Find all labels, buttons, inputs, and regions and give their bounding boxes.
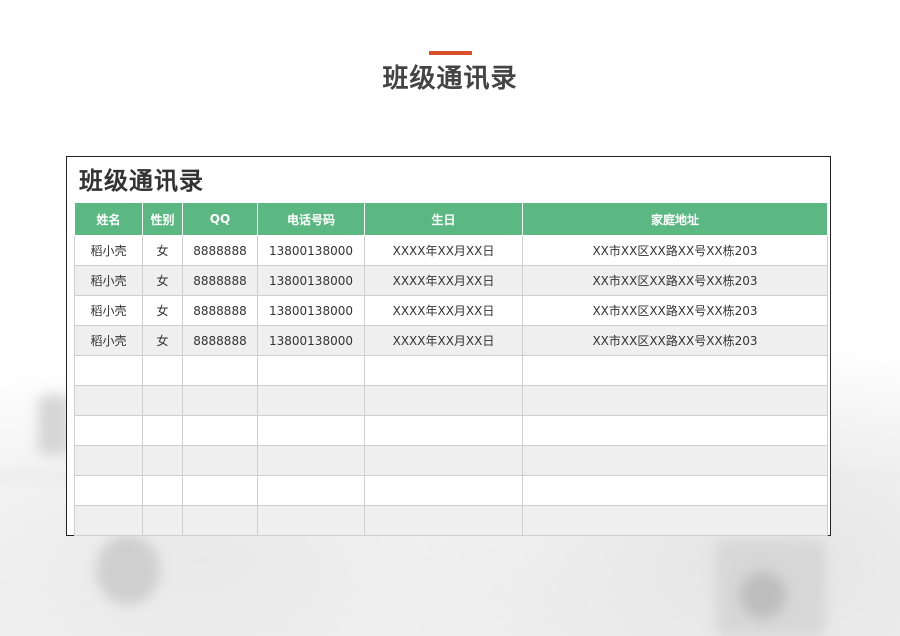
title-accent-bar	[429, 51, 472, 55]
cell-address	[522, 415, 828, 446]
table-row: 稻小壳 女 8888888 13800138000 XXXX年XX月XX日 XX…	[74, 295, 828, 326]
cell-qq	[182, 385, 258, 416]
cell-gender	[142, 445, 183, 476]
table-row: 稻小壳 女 8888888 13800138000 XXXX年XX月XX日 XX…	[74, 325, 828, 356]
cell-gender	[142, 415, 183, 446]
cell-birthday	[364, 415, 523, 446]
cell-gender: 女	[142, 265, 183, 296]
cell-qq: 8888888	[182, 295, 258, 326]
contacts-table: 姓名 性别 QQ 电话号码 生日 家庭地址 稻小壳 女 8888888 1380…	[74, 202, 828, 536]
table-row: 稻小壳 女 8888888 13800138000 XXXX年XX月XX日 XX…	[74, 265, 828, 296]
page-title: 班级通讯录	[382, 64, 518, 94]
table-row-empty	[74, 505, 828, 536]
cell-birthday	[364, 475, 523, 506]
cell-gender: 女	[142, 295, 183, 326]
cell-gender: 女	[142, 235, 183, 266]
cell-gender	[142, 505, 183, 536]
cell-qq: 8888888	[182, 265, 258, 296]
cell-phone: 13800138000	[257, 265, 365, 296]
cell-birthday: XXXX年XX月XX日	[364, 235, 523, 266]
cell-name	[74, 505, 143, 536]
cell-address	[522, 445, 828, 476]
cell-gender	[142, 385, 183, 416]
table-row: 稻小壳 女 8888888 13800138000 XXXX年XX月XX日 XX…	[74, 235, 828, 266]
contact-sheet: 班级通讯录 姓名 性别 QQ 电话号码 生日 家庭地址 稻小壳 女 888888…	[66, 156, 831, 536]
table-row-empty	[74, 415, 828, 446]
cell-name: 稻小壳	[74, 265, 143, 296]
cell-address: XX市XX区XX路XX号XX栋203	[522, 235, 828, 266]
cell-birthday: XXXX年XX月XX日	[364, 265, 523, 296]
cell-name: 稻小壳	[74, 235, 143, 266]
cell-birthday	[364, 505, 523, 536]
column-header-name: 姓名	[74, 202, 143, 236]
table-row-empty	[74, 385, 828, 416]
cell-name: 稻小壳	[74, 325, 143, 356]
cell-phone	[257, 505, 365, 536]
column-header-gender: 性别	[142, 202, 183, 236]
cell-address	[522, 505, 828, 536]
cell-gender: 女	[142, 325, 183, 356]
sheet-title: 班级通讯录	[79, 167, 204, 195]
cell-address	[522, 385, 828, 416]
column-header-qq: QQ	[182, 202, 258, 236]
cell-phone	[257, 445, 365, 476]
cell-address: XX市XX区XX路XX号XX栋203	[522, 265, 828, 296]
cell-gender	[142, 475, 183, 506]
cell-birthday: XXXX年XX月XX日	[364, 325, 523, 356]
table-header-row: 姓名 性别 QQ 电话号码 生日 家庭地址	[74, 202, 828, 236]
background-speaker-cone	[740, 572, 786, 618]
table-row-empty	[74, 445, 828, 476]
cell-qq	[182, 475, 258, 506]
cell-address	[522, 475, 828, 506]
cell-phone	[257, 355, 365, 386]
cell-phone	[257, 385, 365, 416]
cell-name	[74, 355, 143, 386]
cell-name	[74, 385, 143, 416]
column-header-birthday: 生日	[364, 202, 523, 236]
cell-birthday	[364, 445, 523, 476]
cell-birthday	[364, 355, 523, 386]
table-row-empty	[74, 355, 828, 386]
cell-phone: 13800138000	[257, 235, 365, 266]
cell-address	[522, 355, 828, 386]
cell-qq	[182, 505, 258, 536]
cell-phone	[257, 475, 365, 506]
cell-birthday: XXXX年XX月XX日	[364, 295, 523, 326]
column-header-address: 家庭地址	[522, 202, 828, 236]
table-row-empty	[74, 475, 828, 506]
cell-address: XX市XX区XX路XX号XX栋203	[522, 295, 828, 326]
cell-qq	[182, 445, 258, 476]
cell-address: XX市XX区XX路XX号XX栋203	[522, 325, 828, 356]
cell-phone: 13800138000	[257, 325, 365, 356]
column-header-phone: 电话号码	[257, 202, 365, 236]
cell-qq	[182, 415, 258, 446]
cell-qq: 8888888	[182, 325, 258, 356]
cell-qq	[182, 355, 258, 386]
cell-name	[74, 445, 143, 476]
cell-qq: 8888888	[182, 235, 258, 266]
cell-gender	[142, 355, 183, 386]
background-object-bottom-left	[96, 535, 160, 605]
cell-name	[74, 415, 143, 446]
cell-phone	[257, 415, 365, 446]
cell-phone: 13800138000	[257, 295, 365, 326]
cell-name	[74, 475, 143, 506]
cell-name: 稻小壳	[74, 295, 143, 326]
cell-birthday	[364, 385, 523, 416]
